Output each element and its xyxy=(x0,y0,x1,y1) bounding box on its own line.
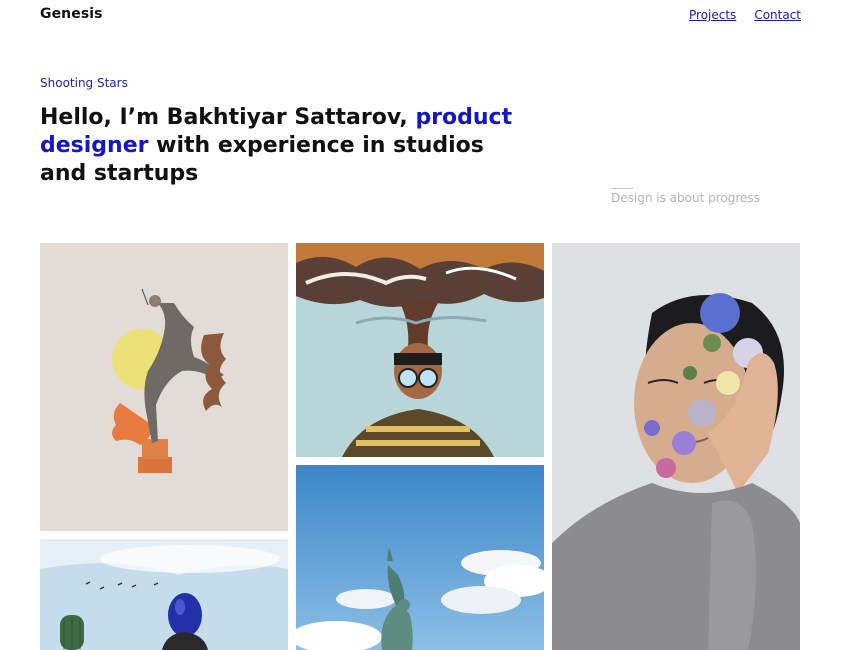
hero-heading: Hello, I’m Bakhtiyar Sattarov, product d… xyxy=(40,104,530,188)
gallery-tile-smoke-portrait[interactable] xyxy=(296,243,544,457)
tagline-text: Design is about progress xyxy=(611,191,760,205)
nav-link-contact[interactable]: Contact xyxy=(754,8,801,22)
brand-logo[interactable]: Genesis xyxy=(40,6,103,22)
top-nav: Projects Contact xyxy=(689,8,801,22)
tagline-rule xyxy=(611,188,633,189)
dancer-collage-image xyxy=(40,243,288,531)
liberty-image xyxy=(296,465,544,650)
eyebrow-label: Shooting Stars xyxy=(40,76,128,90)
nav-link-projects[interactable]: Projects xyxy=(689,8,736,22)
smoke-portrait-image xyxy=(296,243,544,457)
balloon-image xyxy=(40,539,288,650)
tagline-block: Design is about progress xyxy=(611,188,760,205)
gallery-tile-balloon[interactable] xyxy=(40,539,288,650)
gallery-tile-dancer[interactable] xyxy=(40,243,288,531)
hero-heading-part1: Hello, I’m Bakhtiyar Sattarov, xyxy=(40,105,416,130)
gallery-tile-flower-portrait[interactable] xyxy=(552,243,800,650)
gallery-tile-liberty[interactable] xyxy=(296,465,544,650)
flower-portrait-image xyxy=(552,243,800,650)
